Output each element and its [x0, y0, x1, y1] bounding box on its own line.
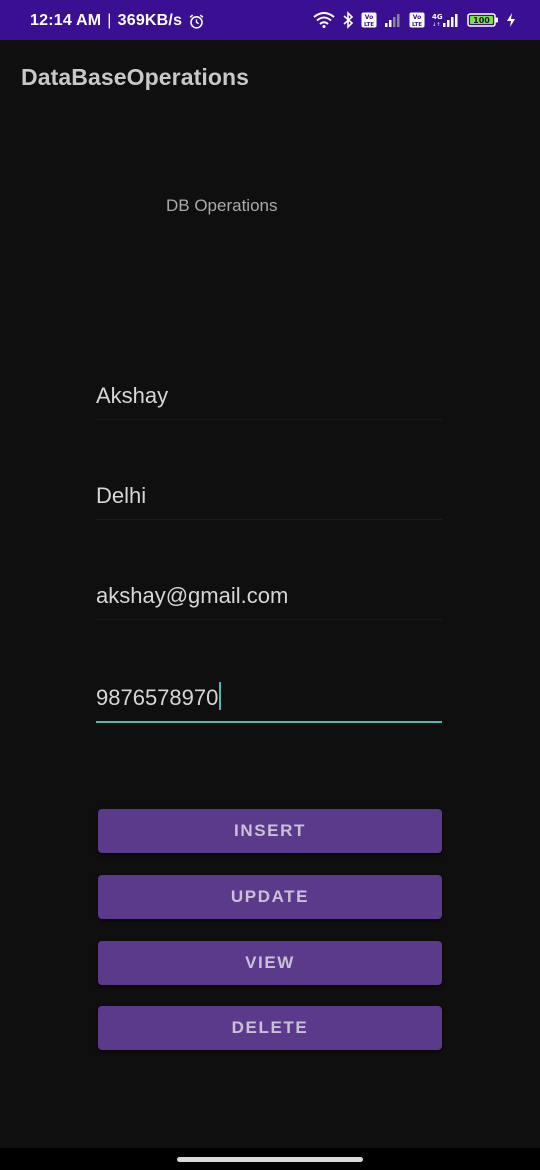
wifi-icon — [313, 12, 335, 28]
email-field[interactable]: akshay@gmail.com — [96, 567, 442, 620]
signal-icon: 4G ↓↑ — [432, 13, 458, 28]
update-button[interactable]: UPDATE — [98, 875, 442, 919]
name-field[interactable]: Akshay — [96, 367, 442, 420]
app-bar: DataBaseOperations — [0, 40, 540, 116]
signal-icon — [385, 14, 400, 27]
text-cursor — [219, 682, 222, 710]
city-field-value: Delhi — [96, 483, 147, 508]
navigation-bar — [0, 1148, 540, 1170]
view-button[interactable]: VIEW — [98, 941, 442, 985]
battery-level: 100 — [473, 16, 490, 25]
app-title: DataBaseOperations — [21, 64, 250, 90]
home-indicator[interactable] — [177, 1157, 363, 1162]
status-speed: 369KB/s — [117, 12, 183, 29]
alarm-icon — [189, 14, 204, 29]
delete-button[interactable]: DELETE — [98, 1006, 442, 1050]
status-time: 12:14 AM — [30, 12, 102, 29]
svg-text:↓↑: ↓↑ — [432, 22, 440, 28]
phone-field[interactable]: 9876578970 — [96, 668, 442, 723]
status-right: Vo LTE Vo LTE 4G ↓↑ 100 — [313, 11, 516, 29]
status-separator: | — [107, 12, 112, 29]
name-field-value: Akshay — [96, 383, 169, 408]
phone-field-value: 9876578970 — [96, 685, 219, 710]
email-field-value: akshay@gmail.com — [96, 583, 289, 608]
phone-field-content: 9876578970 — [96, 682, 222, 711]
svg-text:Vo: Vo — [365, 14, 373, 21]
svg-text:4G: 4G — [432, 13, 443, 21]
screen: 12:14 AM | 369KB/s Vo LTE Vo LTE 4G ↓↑ 1… — [0, 0, 540, 1170]
volte-icon: Vo LTE — [409, 12, 425, 28]
bluetooth-icon — [343, 11, 354, 29]
svg-text:Vo: Vo — [413, 14, 421, 21]
status-bar: 12:14 AM | 369KB/s Vo LTE Vo LTE 4G ↓↑ 1… — [0, 0, 540, 40]
charging-icon — [507, 13, 515, 27]
volte-icon: Vo LTE — [361, 12, 377, 28]
svg-text:LTE: LTE — [412, 22, 422, 28]
battery-icon: 100 — [467, 13, 498, 27]
status-left: 12:14 AM | 369KB/s — [30, 12, 205, 30]
svg-text:LTE: LTE — [364, 22, 374, 28]
db-operations-heading: DB Operations — [166, 196, 278, 215]
city-field[interactable]: Delhi — [96, 467, 442, 520]
insert-button[interactable]: INSERT — [98, 809, 442, 853]
